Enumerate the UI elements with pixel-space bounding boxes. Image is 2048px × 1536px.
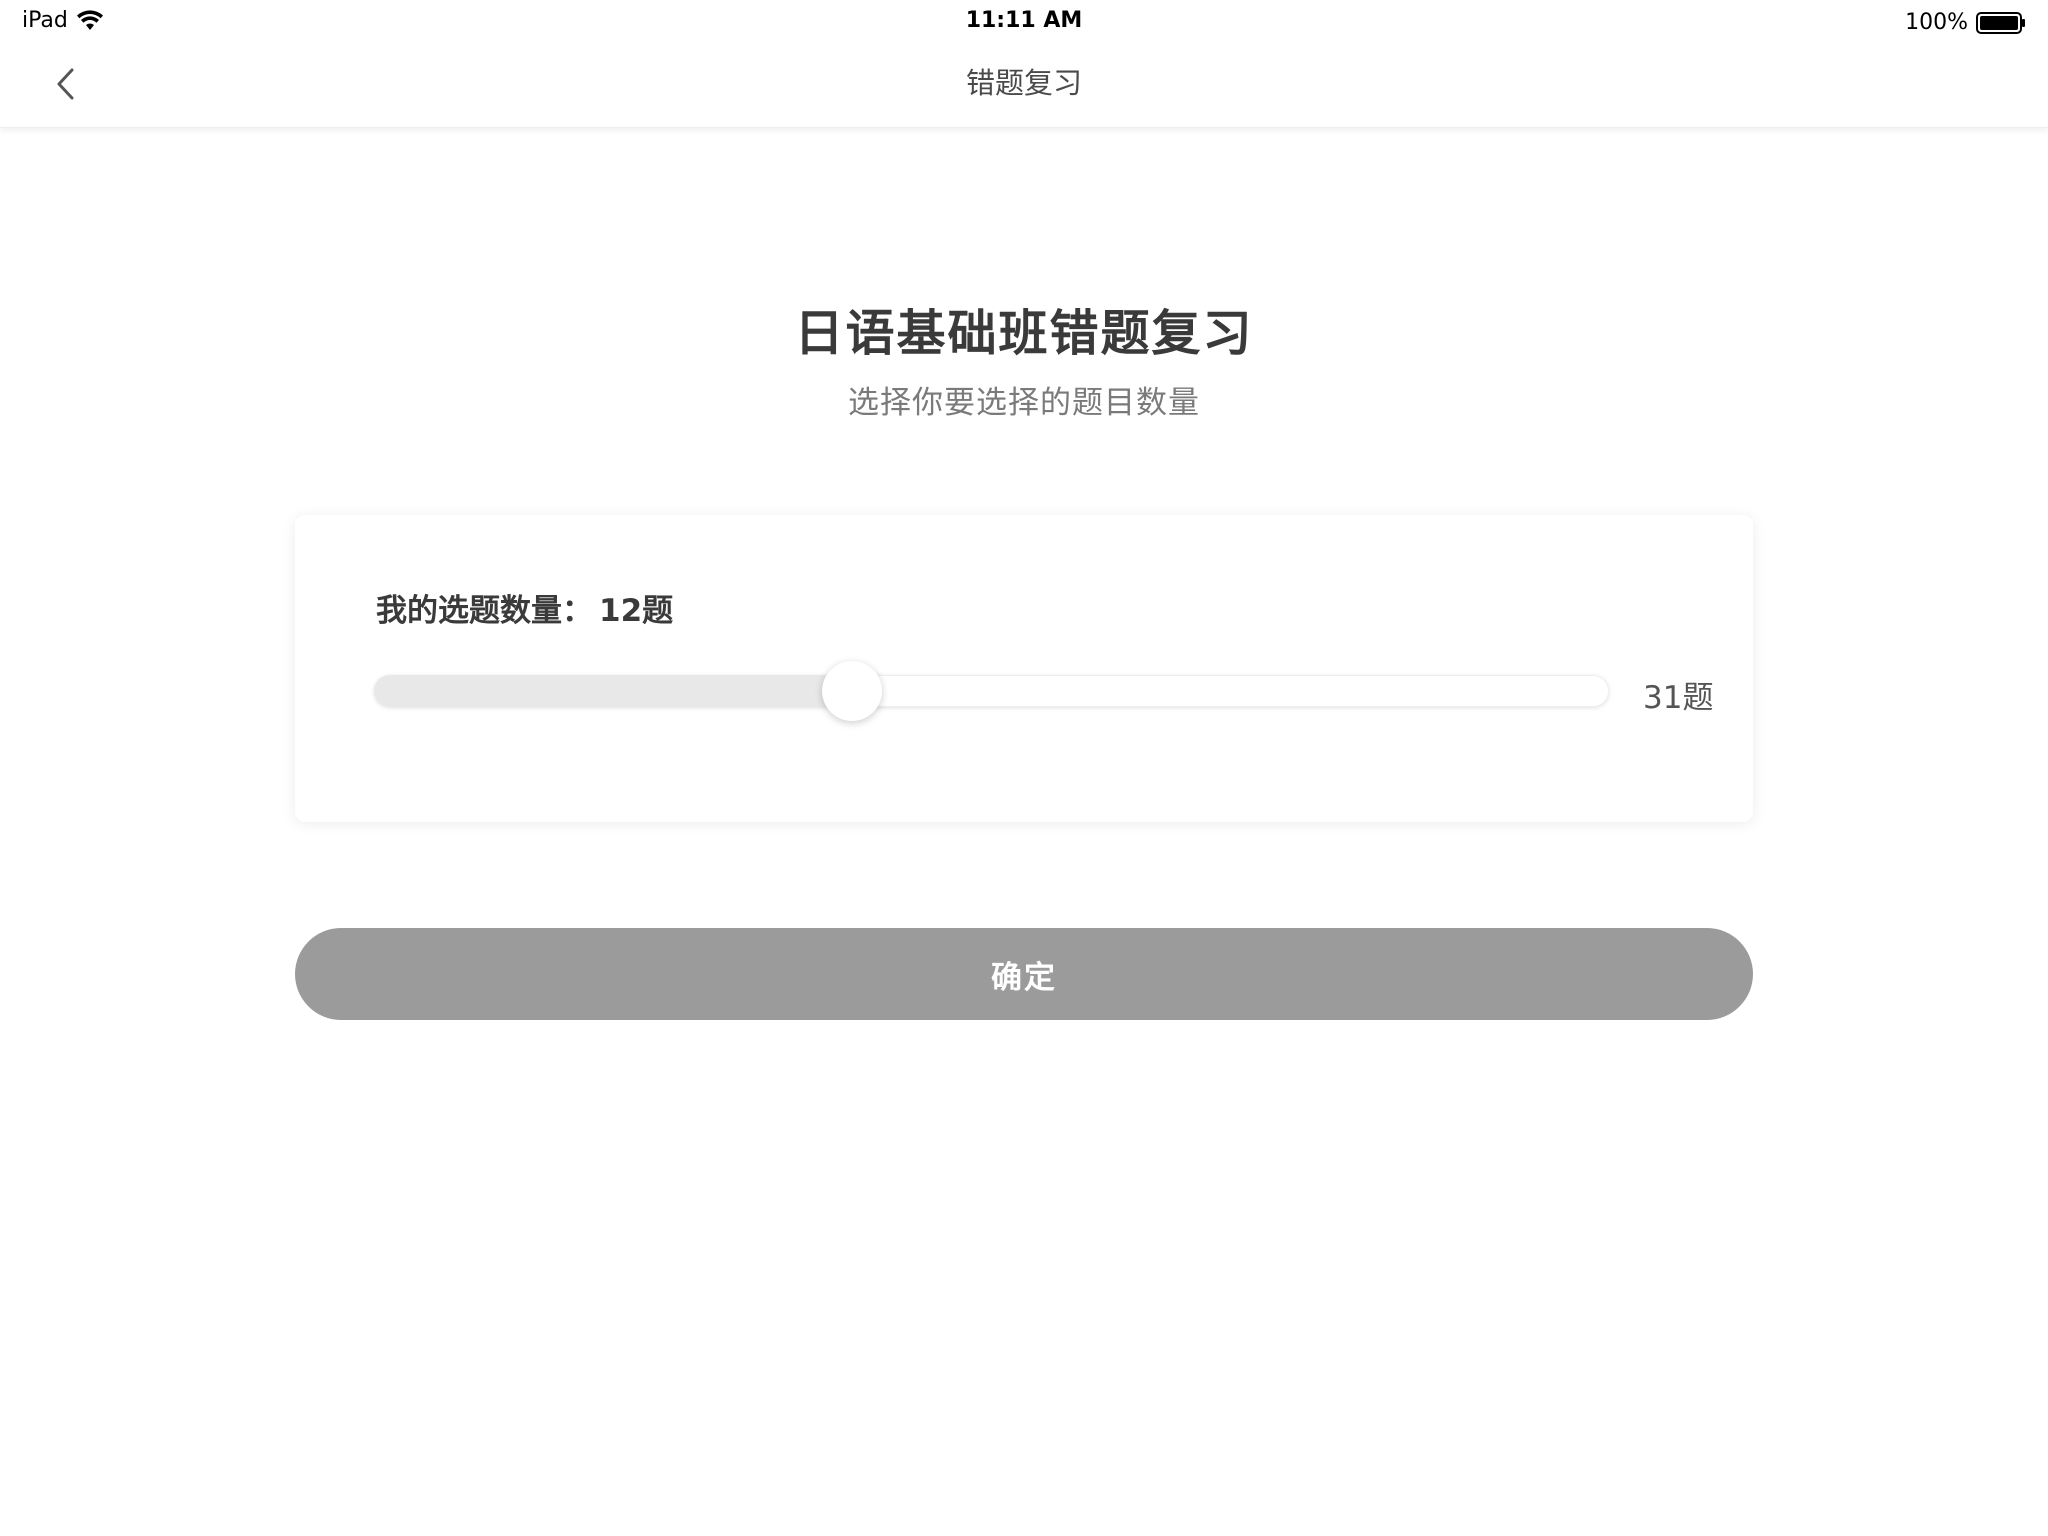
max-count-label: 31题 [1643, 680, 1714, 716]
selected-count-prefix: 我的选题数量： [376, 593, 593, 629]
nav-title: 错题复习 [965, 66, 1082, 100]
confirm-button[interactable]: 确定 [295, 928, 1753, 1020]
battery-percent: 100% [1905, 10, 1968, 35]
page-subtitle: 选择你要选择的题目数量 [848, 385, 1200, 421]
question-count-slider[interactable] [374, 661, 1609, 721]
page: iPad 11:11 AM 100% 错题复习 日语基础班错题复习 选择你要选择… [0, 0, 2048, 1536]
navigation-bar: 错题复习 [0, 44, 2048, 128]
status-time: 11:11 AM [965, 8, 1083, 33]
selected-count-label: 我的选题数量： 12题 [376, 585, 673, 630]
status-bar: iPad 11:11 AM 100% [0, 0, 2048, 44]
battery-icon [1976, 11, 2025, 34]
slider-fill [374, 675, 853, 707]
status-battery: 100% [1905, 10, 2026, 35]
page-title: 日语基础班错题复习 [794, 305, 1254, 362]
slider-thumb[interactable] [822, 661, 883, 721]
selected-count-value: 12题 [599, 593, 674, 629]
question-count-card: 我的选题数量： 12题 31题 [295, 515, 1753, 822]
